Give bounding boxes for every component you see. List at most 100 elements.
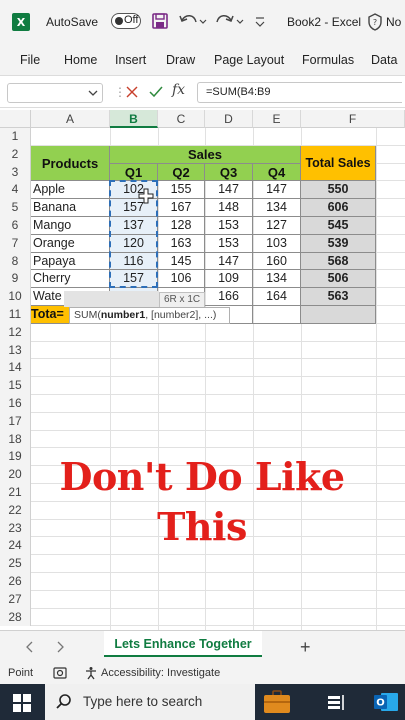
cancel-icon[interactable] bbox=[124, 84, 140, 100]
enter-check-icon[interactable] bbox=[148, 84, 164, 100]
cell-q3[interactable]: 166 bbox=[205, 288, 253, 306]
chevron-right-icon[interactable] bbox=[54, 640, 66, 654]
outlook-icon[interactable]: O bbox=[373, 691, 399, 713]
cell-product[interactable]: Orange bbox=[31, 234, 110, 253]
row-header-15[interactable]: 15 bbox=[0, 377, 31, 395]
row-header-27[interactable]: 27 bbox=[0, 590, 31, 609]
cell-product[interactable]: Banana bbox=[31, 199, 110, 217]
cell-q1[interactable]: 120 bbox=[110, 234, 158, 253]
cell-q3[interactable]: 148 bbox=[205, 199, 253, 217]
cell-grand-total[interactable] bbox=[301, 306, 376, 324]
row-header-11[interactable]: 11 bbox=[0, 306, 31, 324]
accessibility-status[interactable]: Accessibility: Investigate bbox=[101, 667, 220, 679]
row-header-9[interactable]: 9 bbox=[0, 270, 31, 289]
tab-home[interactable]: Home bbox=[64, 53, 97, 67]
cell-q1[interactable]: 157 bbox=[110, 270, 158, 289]
row-header-8[interactable]: 8 bbox=[0, 252, 31, 271]
cell-q4[interactable]: 134 bbox=[253, 270, 301, 289]
row-header-14[interactable]: 14 bbox=[0, 359, 31, 378]
header-quarter[interactable]: Q2 bbox=[158, 163, 205, 182]
function-tooltip[interactable]: SUM(number1, [number2], ...) bbox=[69, 307, 230, 324]
cell-q3[interactable]: 147 bbox=[205, 181, 253, 200]
cell-q1[interactable]: 116 bbox=[110, 252, 158, 271]
row-header-13[interactable]: 13 bbox=[0, 341, 31, 360]
tab-draw[interactable]: Draw bbox=[166, 53, 195, 67]
cell-total[interactable]: 545 bbox=[301, 217, 376, 235]
name-box[interactable] bbox=[7, 83, 103, 103]
cell-total[interactable]: 550 bbox=[301, 181, 376, 200]
column-header-d[interactable]: D bbox=[205, 110, 253, 128]
cell-q2[interactable]: 155 bbox=[158, 181, 205, 200]
cell-total[interactable]: 563 bbox=[301, 288, 376, 306]
cell-q2[interactable]: 167 bbox=[158, 199, 205, 217]
cell-total[interactable]: 539 bbox=[301, 234, 376, 253]
tab-formulas[interactable]: Formulas bbox=[302, 53, 354, 67]
row-header-3[interactable]: 3 bbox=[0, 163, 31, 182]
row-header-16[interactable]: 16 bbox=[0, 395, 31, 413]
cell-q3[interactable]: 153 bbox=[205, 234, 253, 253]
customize-toolbar-icon[interactable] bbox=[254, 12, 266, 30]
cell-product[interactable]: Apple bbox=[31, 181, 110, 200]
save-icon[interactable] bbox=[152, 12, 168, 30]
row-header-25[interactable]: 25 bbox=[0, 555, 31, 573]
chevron-left-icon[interactable] bbox=[24, 640, 36, 654]
row-header-2[interactable]: 2 bbox=[0, 145, 31, 164]
cell-product[interactable]: Cherry bbox=[31, 270, 110, 289]
cell-total[interactable]: 506 bbox=[301, 270, 376, 289]
cell-q2[interactable]: 128 bbox=[158, 217, 205, 235]
windows-start-icon[interactable] bbox=[13, 694, 31, 712]
cell-q4[interactable]: 164 bbox=[253, 288, 301, 306]
cell-q3[interactable]: 109 bbox=[205, 270, 253, 289]
row-header-1[interactable]: 1 bbox=[0, 128, 31, 146]
row-header-6[interactable]: 6 bbox=[0, 217, 31, 235]
row-header-5[interactable]: 5 bbox=[0, 199, 31, 217]
cell-total-quarter[interactable] bbox=[253, 306, 301, 324]
cell-q2[interactable]: 145 bbox=[158, 252, 205, 271]
cell-q2[interactable]: 163 bbox=[158, 234, 205, 253]
taskbar-search[interactable]: Type here to search bbox=[45, 684, 255, 720]
row-header-17[interactable]: 17 bbox=[0, 412, 31, 431]
briefcase-icon[interactable] bbox=[262, 689, 292, 715]
header-quarter[interactable]: Q4 bbox=[253, 163, 301, 182]
header-sales[interactable]: Sales bbox=[110, 145, 301, 164]
column-header-f[interactable]: F bbox=[301, 110, 405, 128]
cell-total[interactable]: 568 bbox=[301, 252, 376, 271]
cell-product[interactable]: Mango bbox=[31, 217, 110, 235]
cell-q1[interactable]: 137 bbox=[110, 217, 158, 235]
header-total-sales[interactable]: Total Sales bbox=[301, 145, 376, 182]
formula-input[interactable]: =SUM(B4:B9 bbox=[197, 82, 402, 103]
tab-page-layout[interactable]: Page Layout bbox=[214, 53, 284, 67]
cell-total[interactable]: 606 bbox=[301, 199, 376, 217]
sensitivity-shield-icon[interactable]: ? bbox=[367, 13, 383, 31]
accessibility-icon[interactable] bbox=[84, 666, 98, 680]
row-header-7[interactable]: 7 bbox=[0, 234, 31, 253]
cell-q4[interactable]: 160 bbox=[253, 252, 301, 271]
cell-product[interactable]: Papaya bbox=[31, 252, 110, 271]
row-header-4[interactable]: 4 bbox=[0, 181, 31, 200]
undo-icon[interactable] bbox=[178, 12, 208, 30]
task-view-icon[interactable] bbox=[326, 693, 346, 711]
add-sheet-button[interactable]: + bbox=[300, 637, 311, 658]
column-header-a[interactable]: A bbox=[31, 110, 110, 128]
macro-recording-icon[interactable] bbox=[53, 666, 67, 680]
header-quarter[interactable]: Q1 bbox=[110, 163, 158, 182]
column-header-c[interactable]: C bbox=[158, 110, 205, 128]
row-header-28[interactable]: 28 bbox=[0, 608, 31, 627]
select-all-corner[interactable] bbox=[0, 110, 31, 128]
column-header-b[interactable]: B bbox=[110, 110, 158, 128]
chevron-down-icon[interactable] bbox=[88, 87, 98, 99]
header-products[interactable]: Products bbox=[31, 145, 110, 182]
tab-insert[interactable]: Insert bbox=[115, 53, 146, 67]
redo-icon[interactable] bbox=[215, 12, 245, 30]
header-quarter[interactable]: Q3 bbox=[205, 163, 253, 182]
insert-function-icon[interactable]: fx bbox=[172, 82, 185, 98]
row-header-26[interactable]: 26 bbox=[0, 573, 31, 591]
cell-q4[interactable]: 147 bbox=[253, 181, 301, 200]
sheet-tab-active[interactable]: Lets Enhance Together bbox=[104, 631, 262, 657]
row-header-10[interactable]: 10 bbox=[0, 288, 31, 306]
cell-q4[interactable]: 134 bbox=[253, 199, 301, 217]
tab-file[interactable]: File bbox=[20, 53, 40, 67]
row-header-18[interactable]: 18 bbox=[0, 430, 31, 449]
cell-q3[interactable]: 153 bbox=[205, 217, 253, 235]
tab-data[interactable]: Data bbox=[371, 53, 397, 67]
